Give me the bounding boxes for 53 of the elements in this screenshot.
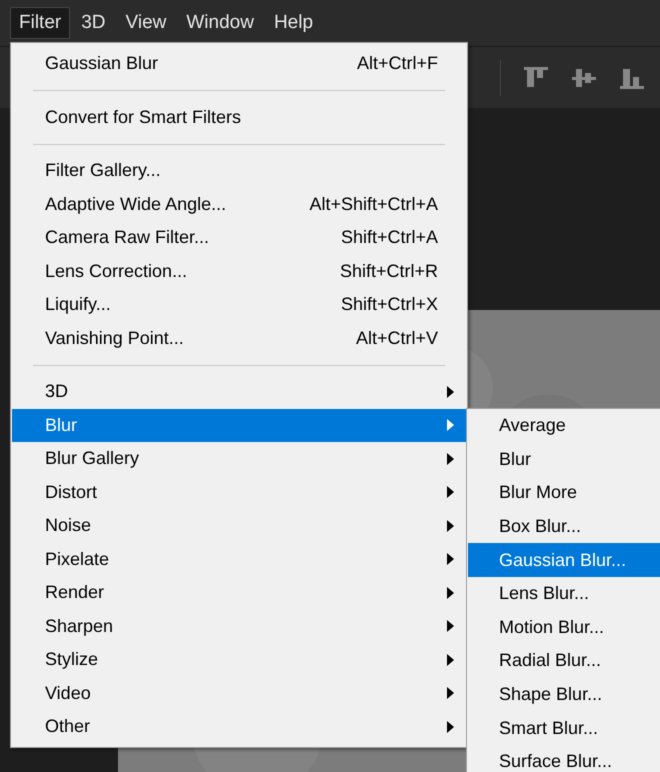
- menu-item[interactable]: Render: [12, 576, 466, 610]
- submenu-arrow-icon: [447, 720, 454, 733]
- submenu-arrow-icon: [447, 620, 454, 632]
- submenu-arrow-icon: [447, 687, 454, 700]
- shortcut-text: Shift+Ctrl+R: [340, 260, 439, 283]
- submenu-arrow-icon: [447, 452, 454, 465]
- menu-item[interactable]: Other: [12, 710, 466, 744]
- menu-item[interactable]: Lens Correction... Shift+Ctrl+R: [12, 254, 466, 288]
- menu-bar-item[interactable]: 3D: [72, 7, 115, 39]
- menu-item[interactable]: Blur More: [468, 476, 660, 510]
- shortcut-text: Alt+Ctrl+V: [356, 326, 439, 350]
- menu-item[interactable]: Lens Blur...: [468, 576, 660, 611]
- menu-item[interactable]: Adaptive Wide Angle... Alt+Shift+Ctrl+A: [12, 188, 466, 221]
- menu-bar-item[interactable]: Help: [264, 7, 322, 39]
- submenu-arrow-icon: [447, 386, 454, 398]
- menu-item[interactable]: Video: [12, 676, 466, 710]
- shortcut-text: Alt+Ctrl+F: [356, 52, 439, 76]
- align-top-icon[interactable]: [523, 66, 549, 90]
- menu-item[interactable]: Blur: [12, 408, 466, 442]
- menu-item[interactable]: Convert for Smart Filters: [12, 100, 466, 134]
- menu-item[interactable]: 3D: [12, 375, 466, 408]
- submenu-arrow-icon: [447, 553, 454, 566]
- menu-item[interactable]: Shape Blur...: [468, 678, 660, 712]
- submenu-arrow-icon: [447, 586, 454, 599]
- shortcut-text: Shift+Ctrl+X: [340, 293, 439, 316]
- menu-item[interactable]: Average: [468, 409, 660, 443]
- menu-item[interactable]: Camera Raw Filter... Shift+Ctrl+A: [12, 221, 466, 254]
- menu-item[interactable]: Stylize: [12, 643, 466, 676]
- menu-item[interactable]: Gaussian Blur Alt+Ctrl+F: [12, 47, 466, 80]
- menu-bar-item[interactable]: Filter: [10, 7, 70, 39]
- menu-item[interactable]: Box Blur...: [468, 510, 660, 544]
- menu-item[interactable]: Sharpen: [12, 610, 466, 643]
- menu-item[interactable]: Distort: [12, 476, 466, 509]
- menu-item[interactable]: Gaussian Blur...: [468, 543, 660, 577]
- menu-item[interactable]: Pixelate: [12, 542, 466, 576]
- submenu-arrow-icon: [447, 486, 454, 498]
- menu-item[interactable]: Liquify... Shift+Ctrl+X: [12, 288, 466, 322]
- menu-item[interactable]: Blur: [468, 442, 660, 476]
- menu-item[interactable]: Filter Gallery...: [12, 154, 466, 188]
- menu-item[interactable]: Vanishing Point... Alt+Ctrl+V: [12, 322, 466, 355]
- submenu-arrow-icon: [447, 419, 454, 432]
- menu-bar-item[interactable]: View: [116, 7, 176, 39]
- shortcut-text: Alt+Shift+Ctrl+A: [309, 192, 439, 216]
- menu-item[interactable]: Noise: [12, 509, 466, 542]
- menu-item[interactable]: Surface Blur...: [468, 744, 660, 772]
- menu-bar-item[interactable]: Window: [177, 7, 263, 39]
- submenu-arrow-icon: [447, 654, 454, 666]
- menu-item[interactable]: Radial Blur...: [468, 644, 660, 678]
- shortcut-text: Shift+Ctrl+A: [340, 226, 439, 250]
- menu-item[interactable]: Blur Gallery: [12, 442, 466, 476]
- menu-item[interactable]: Smart Blur...: [468, 711, 660, 745]
- submenu-arrow-icon: [447, 520, 454, 532]
- menu-item[interactable]: Motion Blur...: [468, 610, 660, 644]
